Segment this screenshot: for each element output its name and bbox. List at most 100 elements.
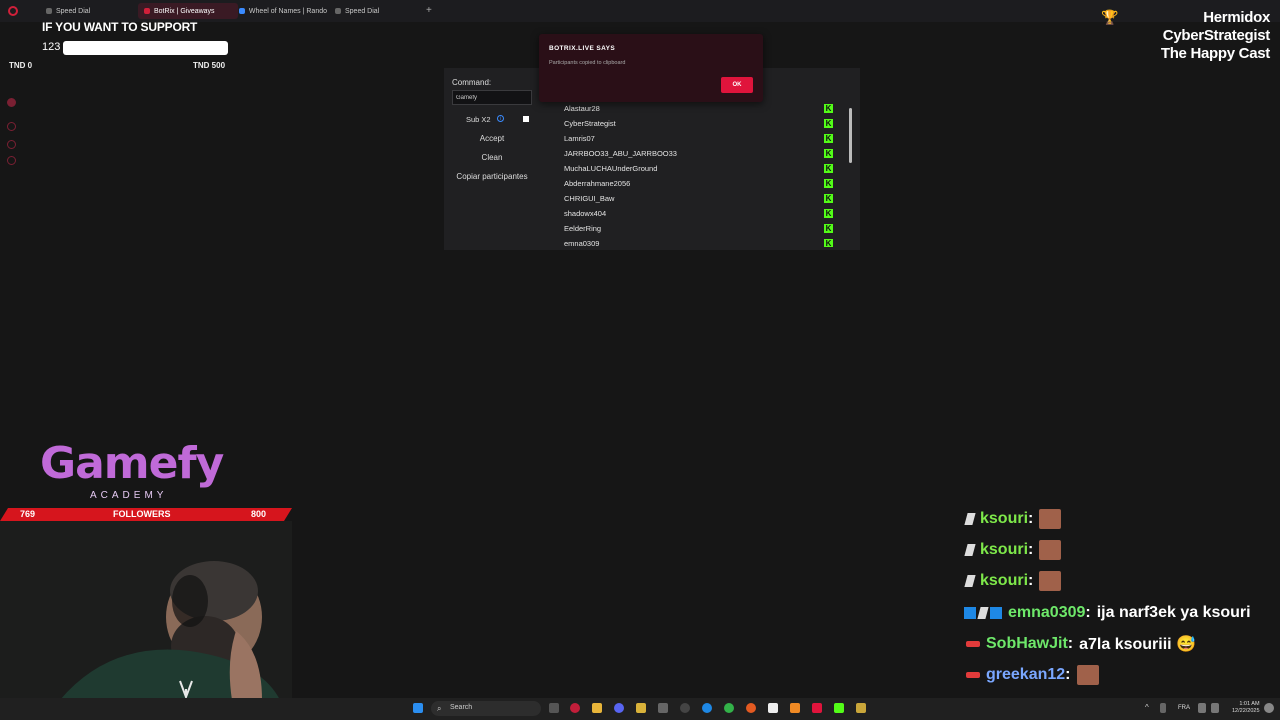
info-icon[interactable]: i bbox=[497, 115, 504, 122]
tab-speed-dial-2[interactable]: Speed Dial bbox=[329, 3, 425, 19]
taskbar-search[interactable]: ⌕ Search bbox=[431, 701, 541, 716]
app-icon[interactable] bbox=[680, 703, 690, 713]
opera-logo-icon[interactable] bbox=[8, 6, 18, 16]
participant-name: shadowx404 bbox=[564, 209, 607, 218]
supporter-name: The Happy Cast bbox=[1160, 45, 1270, 62]
trophy-icon: 🏆 bbox=[1101, 9, 1119, 25]
verified-badge-icon bbox=[964, 607, 976, 619]
chat-message: emna0309 : ija narf3ek ya ksouri bbox=[964, 602, 1251, 624]
taskbar-clock[interactable]: 1:01 AM 12/22/2025 bbox=[1232, 701, 1260, 715]
webcam-feed bbox=[0, 521, 292, 700]
chat-message: ksouri : bbox=[964, 539, 1062, 561]
chat-username: ksouri bbox=[980, 541, 1029, 558]
chat-username: ksouri bbox=[980, 510, 1029, 527]
participant-name: Alastaur28 bbox=[564, 104, 600, 113]
vlc-icon[interactable] bbox=[790, 703, 800, 713]
scrollbar-thumb[interactable] bbox=[849, 108, 852, 163]
gamefy-logo: Gamefy bbox=[40, 438, 224, 489]
chat-message: ksouri : bbox=[964, 508, 1062, 530]
kick-icon: K bbox=[824, 194, 833, 203]
kick-icon: K bbox=[824, 164, 833, 173]
clock-date: 12/22/2025 bbox=[1232, 708, 1260, 714]
wifi-icon[interactable] bbox=[1198, 703, 1206, 713]
followers-current: 769 bbox=[20, 509, 36, 519]
notifications-icon[interactable] bbox=[1264, 703, 1274, 713]
new-tab-plus-icon[interactable]: + bbox=[426, 5, 432, 16]
app-icon[interactable] bbox=[636, 703, 646, 713]
moderator-badge-icon bbox=[964, 544, 976, 556]
clean-button[interactable]: Clean bbox=[448, 150, 536, 165]
app-icon[interactable] bbox=[658, 703, 668, 713]
search-icon: ⌕ bbox=[437, 704, 442, 713]
copy-participants-button[interactable]: Copiar participantes bbox=[448, 169, 536, 184]
chat-username: ksouri bbox=[980, 572, 1029, 589]
chat-separator: : bbox=[1085, 604, 1091, 621]
emote-icon bbox=[1039, 540, 1062, 560]
sidebar-messenger-icon[interactable] bbox=[7, 140, 16, 149]
dialog-ok-button[interactable]: OK bbox=[721, 77, 753, 93]
chat-username: SobHawJit bbox=[986, 635, 1068, 652]
support-progress-bar bbox=[63, 41, 228, 55]
support-min-label: TND 0 bbox=[9, 61, 33, 70]
participant-name: CyberStrategist bbox=[564, 119, 616, 128]
opera-taskbar-icon[interactable] bbox=[570, 703, 580, 713]
tab-botrix-giveaways[interactable]: BotRix | Giveaways bbox=[138, 3, 238, 19]
windows-start-icon[interactable] bbox=[413, 703, 423, 713]
sub-x2-checkbox[interactable] bbox=[523, 116, 529, 122]
chat-separator: : bbox=[1067, 635, 1074, 652]
emote-icon bbox=[1076, 665, 1099, 685]
followers-goal: 800 bbox=[251, 509, 267, 519]
kick-icon: K bbox=[824, 149, 833, 158]
microphone-icon[interactable] bbox=[1160, 703, 1166, 713]
moderator-badge-icon bbox=[964, 513, 976, 525]
accept-button[interactable]: Accept bbox=[448, 131, 536, 146]
kick-icon: K bbox=[824, 224, 833, 233]
followers-label: FOLLOWERS bbox=[113, 509, 171, 519]
kick-icon: K bbox=[824, 209, 833, 218]
browser-sidebar bbox=[0, 22, 24, 422]
participant-name: emna0309 bbox=[564, 239, 600, 247]
app-icon[interactable] bbox=[702, 703, 712, 713]
task-view-icon[interactable] bbox=[549, 703, 559, 713]
chat-username: emna0309 bbox=[1008, 604, 1086, 621]
participant-name: MuchaLUCHAUnderGround bbox=[564, 164, 658, 173]
sidebar-history-icon[interactable] bbox=[7, 122, 16, 131]
app-icon[interactable] bbox=[746, 703, 756, 713]
emote-icon bbox=[1039, 509, 1062, 529]
kick-app-icon[interactable] bbox=[834, 703, 844, 713]
command-input[interactable] bbox=[452, 90, 532, 105]
chat-text: ija narf3ek ya ksouri bbox=[1096, 604, 1251, 621]
top-supporters: Hermidox CyberStrategist The Happy Cast bbox=[1161, 9, 1270, 63]
app-icon[interactable] bbox=[856, 703, 866, 713]
discord-icon[interactable] bbox=[614, 703, 624, 713]
moderator-badge-icon bbox=[964, 575, 976, 587]
support-max-label: TND 500 bbox=[193, 61, 226, 70]
chat-message: SobHawJit : a7la ksouriii 😅 bbox=[966, 633, 1196, 655]
participant-name: EelderRing bbox=[564, 224, 602, 233]
chat-separator: : bbox=[1028, 572, 1034, 589]
badge-icon bbox=[966, 672, 980, 678]
emote-icon bbox=[1039, 571, 1062, 591]
clock-time: 1:01 AM bbox=[1239, 701, 1260, 707]
speed-dial-icon bbox=[46, 8, 52, 14]
app-icon[interactable] bbox=[768, 703, 778, 713]
support-title: IF YOU WANT TO SUPPORT bbox=[42, 20, 198, 34]
dialog-message: Participants copied to clipboard bbox=[549, 60, 626, 66]
tab-speed-dial-1[interactable]: Speed Dial bbox=[40, 3, 136, 19]
sidebar-bookmarks-icon[interactable] bbox=[7, 156, 16, 165]
chat-text: a7la ksouriii 😅 bbox=[1079, 636, 1196, 653]
support-amount: 123 bbox=[42, 41, 61, 53]
chevron-up-icon[interactable]: ^ bbox=[1145, 703, 1149, 712]
search-label: Search bbox=[450, 704, 473, 711]
subscriber-badge-icon bbox=[990, 607, 1002, 619]
chat-separator: : bbox=[1028, 510, 1034, 527]
sidebar-active-icon[interactable] bbox=[7, 98, 16, 107]
app-icon[interactable] bbox=[812, 703, 822, 713]
command-label: Command: bbox=[452, 78, 492, 87]
file-explorer-icon[interactable] bbox=[592, 703, 602, 713]
tab-wheel-of-names[interactable]: Wheel of Names | Rando bbox=[233, 3, 333, 19]
app-icon[interactable] bbox=[724, 703, 734, 713]
participants-list[interactable]: Alastaur28 K CyberStrategist K Lamris07 … bbox=[556, 102, 846, 247]
volume-icon[interactable] bbox=[1211, 703, 1219, 713]
language-indicator[interactable]: FRA bbox=[1178, 705, 1190, 711]
